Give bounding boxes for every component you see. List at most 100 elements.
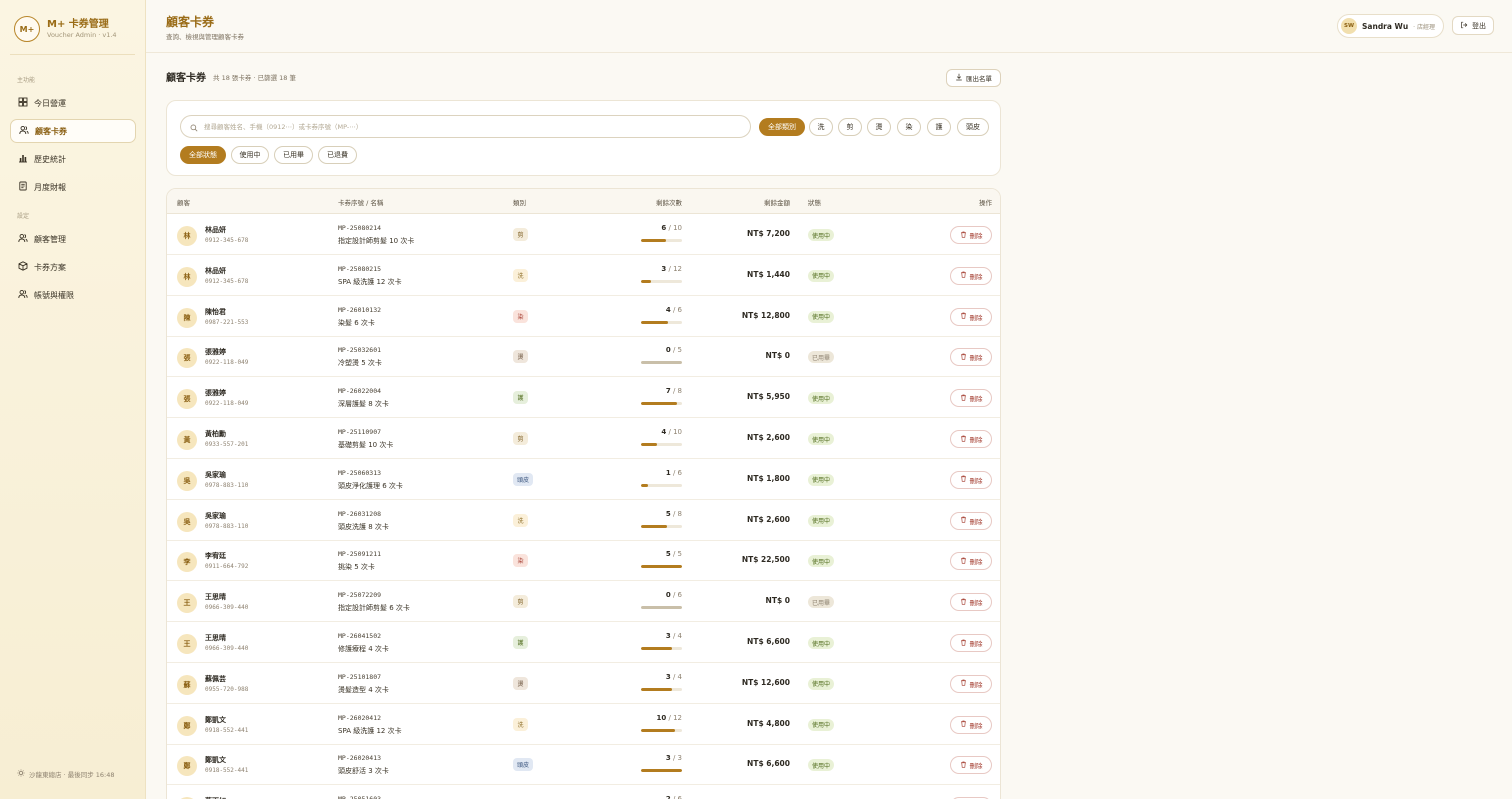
- status-filter-chip[interactable]: 已退費: [318, 146, 357, 164]
- sidebar-item-history[interactable]: 歷史統計: [10, 147, 136, 171]
- delete-label: 刪除: [969, 436, 983, 444]
- delete-button[interactable]: 刪除: [950, 348, 992, 367]
- header-action: 操作: [979, 199, 992, 207]
- search-input[interactable]: [204, 122, 724, 131]
- remaining-total: 4: [677, 672, 682, 681]
- delete-button[interactable]: 刪除: [950, 511, 992, 530]
- category-filter-chip[interactable]: 全部類別: [759, 118, 805, 136]
- customer-name[interactable]: 黃柏勳: [205, 429, 226, 439]
- delete-button[interactable]: 刪除: [950, 756, 992, 775]
- sidebar-item-vouchers[interactable]: 顧客卡券: [10, 119, 136, 143]
- delete-button[interactable]: 刪除: [950, 470, 992, 489]
- remaining-count: 4 / 10: [621, 428, 682, 436]
- category-badge: 護: [513, 391, 528, 405]
- remaining-total: 8: [677, 509, 682, 518]
- customer-name[interactable]: 鄭凱文: [205, 715, 226, 725]
- customer-name[interactable]: 蘇佩芸: [205, 674, 226, 684]
- customer-name[interactable]: 李宥廷: [205, 551, 226, 561]
- users-icon: [18, 289, 28, 301]
- status-badge: 使用中: [808, 555, 835, 568]
- delete-button[interactable]: 刪除: [950, 552, 992, 571]
- remaining-total: 4: [677, 632, 682, 640]
- table-row: 蘇蘇佩芸 0955-720-988 MP-25101807 燙髮造型 4 次卡 燙 3 /…: [167, 663, 1000, 704]
- category-filter-chip[interactable]: 燙: [867, 118, 891, 136]
- voucher-number: MP-26010132: [338, 305, 382, 314]
- delete-button[interactable]: 刪除: [950, 307, 992, 326]
- sidebar-item-voucher-plans[interactable]: 卡券方案: [10, 255, 136, 279]
- customer-avatar: 林: [177, 226, 197, 246]
- category-filter-chip[interactable]: 染: [897, 118, 921, 136]
- top-bar: 顧客卡券 查詢、檢視與管理顧客卡券 SW Sandra Wu · 店經理 登出: [146, 0, 1512, 53]
- trash-icon: [960, 679, 967, 688]
- category-filter-chip[interactable]: 剪: [838, 118, 862, 136]
- user-avatar: SW: [1341, 18, 1358, 34]
- customer-phone: 0918-552-441: [205, 767, 249, 775]
- remaining-amount: NT$ 0: [765, 596, 790, 606]
- remaining-progress-fill: [641, 239, 666, 242]
- trash-icon: [960, 231, 967, 240]
- status-badge: 使用中: [808, 677, 835, 690]
- category-badge: 剪: [513, 595, 528, 609]
- category-filter-chip[interactable]: 護: [927, 118, 951, 136]
- filter-panel: 全部類別洗剪燙染護頭皮 全部狀態使用中已用畢已退費: [166, 100, 1001, 176]
- page-subtitle: 查詢、檢視與管理顧客卡券: [166, 33, 244, 41]
- trash-icon: [960, 435, 967, 444]
- delete-button[interactable]: 刪除: [950, 226, 992, 244]
- voucher-name: 挑染 5 次卡: [338, 563, 375, 572]
- remaining-amount: NT$ 12,800: [741, 310, 790, 320]
- customer-name[interactable]: 吳家瑜: [205, 511, 226, 521]
- status-filter-chip[interactable]: 使用中: [231, 146, 269, 164]
- delete-button[interactable]: 刪除: [950, 266, 992, 285]
- status-filter-chip[interactable]: 已用畢: [274, 146, 313, 164]
- logout-button[interactable]: 登出: [1452, 16, 1494, 35]
- voucher-name: 頭皮舒活 3 次卡: [338, 767, 389, 776]
- delete-button[interactable]: 刪除: [950, 634, 992, 652]
- delete-button[interactable]: 刪除: [950, 674, 992, 693]
- remaining-amount: NT$ 1,440: [747, 269, 790, 279]
- delete-button[interactable]: 刪除: [950, 593, 992, 612]
- customer-name[interactable]: 陳怡君: [205, 307, 226, 317]
- customer-name[interactable]: 林品妍: [205, 225, 226, 235]
- sidebar-item-customers[interactable]: 顧客管理: [10, 227, 136, 251]
- delete-button[interactable]: 刪除: [950, 389, 992, 408]
- export-button[interactable]: 匯出名單: [946, 69, 1001, 87]
- delete-button[interactable]: 刪除: [950, 430, 992, 448]
- sidebar-item-accounts[interactable]: 帳號與權限: [10, 283, 136, 307]
- sidebar-item-monthly-report[interactable]: 月度財報: [10, 175, 136, 199]
- status-filter-chip[interactable]: 全部狀態: [180, 146, 226, 164]
- remaining-progress-bar: [641, 524, 682, 528]
- customer-name[interactable]: 張雅婷: [205, 347, 226, 357]
- customer-name[interactable]: 王思晴: [205, 633, 226, 643]
- search-box[interactable]: [180, 115, 751, 138]
- delete-label: 刪除: [969, 762, 983, 771]
- delete-label: 刪除: [969, 599, 983, 608]
- table-row: 吳吳家瑜 0978-883-110 MP-25060313 頭皮淨化護理 6 次卡 頭皮…: [167, 459, 1000, 500]
- status-badge: 使用中: [808, 229, 835, 241]
- customer-name[interactable]: 王思晴: [205, 592, 226, 602]
- customer-name[interactable]: 吳家瑜: [205, 470, 226, 480]
- customer-name[interactable]: 鄭凱文: [205, 755, 226, 765]
- customer-avatar: 鄭: [177, 715, 197, 736]
- category-badge: 洗: [513, 268, 528, 282]
- status-badge: 使用中: [808, 392, 835, 405]
- customer-phone: 0966-309-440: [205, 604, 249, 612]
- customer-name[interactable]: 林品妍: [205, 266, 226, 276]
- voucher-name: 頭皮洗護 8 次卡: [338, 522, 389, 531]
- delete-label: 刪除: [969, 395, 983, 404]
- user-menu[interactable]: SW Sandra Wu · 店經理: [1337, 14, 1444, 38]
- remaining-progress-fill: [641, 769, 682, 773]
- remaining-total: 8: [677, 387, 682, 396]
- table-header: 顧客 卡券序號 / 名稱 類別 剩餘次數 剩餘金額 狀態 操作: [167, 189, 1000, 214]
- category-filter-chip[interactable]: 頭皮: [957, 118, 989, 136]
- category-filter-chip[interactable]: 洗: [809, 118, 833, 136]
- sidebar-item-today[interactable]: 今日營運: [10, 91, 136, 115]
- remaining-amount: NT$ 4,800: [747, 718, 790, 728]
- count-separator: /: [670, 468, 678, 477]
- delete-label: 刪除: [969, 313, 983, 322]
- voucher-number: MP-26041502: [338, 632, 382, 640]
- delete-button[interactable]: 刪除: [950, 715, 992, 734]
- trash-icon: [960, 271, 967, 280]
- customer-name[interactable]: 張雅婷: [205, 388, 226, 398]
- remaining-amount: NT$ 6,600: [747, 637, 790, 646]
- remaining-count: 10 / 12: [621, 714, 682, 722]
